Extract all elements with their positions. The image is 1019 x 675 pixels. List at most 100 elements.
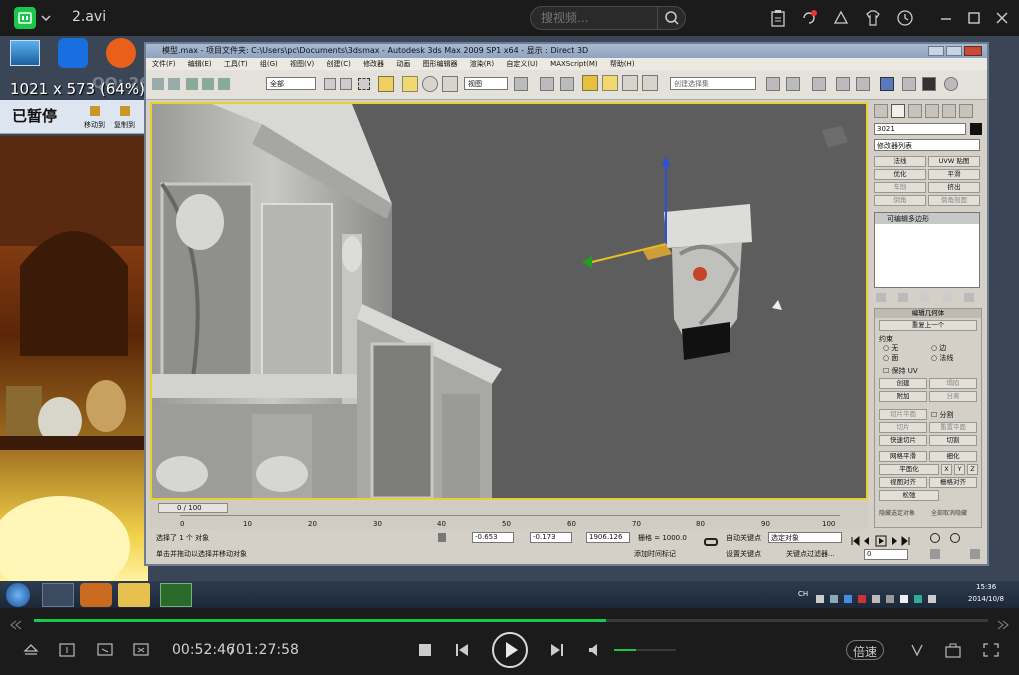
schematic-view-icon[interactable]: [856, 77, 870, 91]
repeat-last-button[interactable]: 重复上一个: [879, 320, 977, 331]
pin-stack-icon[interactable]: [876, 293, 886, 302]
quick-render-icon[interactable]: [944, 77, 958, 91]
reference-coord-dropdown[interactable]: 视图: [464, 77, 508, 90]
menu-file[interactable]: 文件(F): [152, 60, 176, 68]
angle-snap-icon[interactable]: [602, 75, 618, 91]
curve-editor-icon[interactable]: [836, 77, 850, 91]
keyboard-shortcut-icon[interactable]: [560, 77, 574, 91]
fullscreen-icon[interactable]: [982, 642, 1000, 662]
object-color-swatch[interactable]: [970, 123, 982, 135]
menu-views[interactable]: 视图(V): [290, 60, 314, 68]
split-checkbox[interactable]: ☐ 分割: [931, 410, 954, 420]
configure-sets-icon[interactable]: [964, 293, 974, 302]
menu-edit[interactable]: 编辑(E): [188, 60, 212, 68]
minimize-icon[interactable]: [938, 9, 954, 31]
menu-help[interactable]: 帮助(H): [610, 60, 635, 68]
taskbar-folder-icon[interactable]: [118, 583, 150, 607]
preserve-uv-checkbox[interactable]: ☐ 保持 UV: [883, 366, 918, 376]
auto-key-button[interactable]: 自动关键点: [726, 533, 761, 543]
tessellate-button[interactable]: 细化: [929, 451, 977, 462]
remove-modifier-icon[interactable]: [942, 293, 952, 302]
history-clock-icon[interactable]: [896, 9, 914, 31]
mirror-icon[interactable]: [766, 77, 780, 91]
slice-button[interactable]: 切片: [879, 422, 927, 433]
subtitle-icon[interactable]: [58, 642, 76, 662]
menu-customize[interactable]: 自定义(U): [506, 60, 538, 68]
seek-forward-icon[interactable]: [997, 615, 1011, 634]
taskbar-lang[interactable]: CH: [798, 590, 808, 598]
undo-icon[interactable]: [152, 78, 164, 90]
close-icon[interactable]: [994, 9, 1010, 31]
constraint-none[interactable]: ○ 无: [883, 343, 898, 353]
maximize-icon[interactable]: [966, 9, 982, 31]
y-coordinate-field[interactable]: -0.173: [530, 532, 572, 543]
menu-rendering[interactable]: 渲染(R): [470, 60, 494, 68]
planarize-button[interactable]: 平面化: [879, 464, 939, 475]
skin-icon[interactable]: [832, 9, 850, 31]
selected-set-dropdown[interactable]: 选定对象: [768, 532, 842, 543]
named-selection-dropdown[interactable]: 创建选择集: [670, 77, 756, 90]
menu-create[interactable]: 创建(C): [326, 60, 350, 68]
constraint-normal[interactable]: ○ 法线: [931, 353, 953, 363]
window-crossing-icon[interactable]: [378, 76, 394, 92]
stack-item-editable-poly[interactable]: 可编辑多边形: [875, 213, 979, 224]
menu-animation[interactable]: 动画: [396, 60, 410, 68]
max-maximize-icon[interactable]: [946, 46, 962, 56]
bevel-button[interactable]: 倒角: [874, 195, 926, 206]
percent-snap-icon[interactable]: [622, 75, 638, 91]
material-editor-icon[interactable]: [880, 77, 894, 91]
view-align-button[interactable]: 视图对齐: [879, 477, 927, 488]
maximize-viewport-icon[interactable]: [970, 549, 980, 559]
hide-selected-label[interactable]: 隐藏选定对象: [879, 508, 915, 517]
make-unique-icon[interactable]: [920, 293, 930, 302]
modifier-list-dropdown[interactable]: 修改器列表: [874, 139, 980, 151]
msmooth-button[interactable]: 网格平滑: [879, 451, 927, 462]
smooth-button[interactable]: 平滑: [928, 169, 980, 180]
rollout-header[interactable]: 编辑几何体: [875, 309, 981, 318]
taskbar-app-1-icon[interactable]: [42, 583, 74, 607]
search-input[interactable]: [541, 10, 651, 26]
x-coordinate-field[interactable]: -0.653: [472, 532, 514, 543]
add-time-tag[interactable]: 添加时间标记: [634, 549, 676, 559]
pan-icon[interactable]: [930, 549, 940, 559]
render-frame-icon[interactable]: [922, 77, 936, 91]
start-button-icon[interactable]: [6, 583, 30, 607]
menu-tools[interactable]: 工具(T): [224, 60, 248, 68]
stop-icon[interactable]: [417, 642, 433, 662]
constraint-edge[interactable]: ○ 边: [931, 343, 946, 353]
redo-icon[interactable]: [168, 78, 180, 90]
quickslice-button[interactable]: 快速切片: [879, 435, 927, 446]
uvw-map-button[interactable]: UVW 贴图: [928, 156, 980, 167]
collapse-button[interactable]: 塌陷: [929, 378, 977, 389]
next-icon[interactable]: [549, 642, 565, 662]
show-end-result-icon[interactable]: [898, 293, 908, 302]
cut-button[interactable]: 切割: [929, 435, 977, 446]
volume-icon[interactable]: [587, 642, 603, 662]
attach-button[interactable]: 附加: [879, 391, 927, 402]
spinner-snap-icon[interactable]: [642, 75, 658, 91]
frame-field[interactable]: 0: [864, 549, 908, 560]
play-button[interactable]: [492, 632, 528, 668]
modifier-stack[interactable]: 可编辑多边形: [874, 212, 980, 288]
chevron-down-icon[interactable]: [40, 10, 52, 29]
zoom-icon[interactable]: [930, 533, 940, 543]
set-key-button[interactable]: 设置关键点: [726, 549, 761, 559]
speed-button[interactable]: 倍速: [846, 640, 884, 660]
rotate-tool-icon[interactable]: [422, 76, 438, 92]
video-frame[interactable]: QQ: 26137400 1021 x 573 (64%) 已暂停 移动到 复制…: [0, 36, 1019, 608]
scale-tool-icon[interactable]: [442, 76, 458, 92]
key-icon[interactable]: [704, 538, 718, 546]
search-box[interactable]: [530, 6, 686, 30]
utilities-tab-icon[interactable]: [959, 104, 973, 118]
reset-plane-button[interactable]: 重置平面: [929, 422, 977, 433]
progress-track[interactable]: [34, 619, 988, 622]
object-name-field[interactable]: 3021: [874, 123, 966, 135]
menu-graph-editors[interactable]: 图形编辑器: [423, 60, 458, 68]
lathe-button[interactable]: 车削: [874, 182, 926, 193]
layer-manager-icon[interactable]: [812, 77, 826, 91]
refresh-notice-icon[interactable]: [800, 9, 818, 31]
app-logo-icon[interactable]: [14, 7, 36, 29]
region-select-icon[interactable]: [358, 78, 370, 90]
seek-back-icon[interactable]: [8, 615, 22, 634]
taskbar-app-4-icon[interactable]: [160, 583, 192, 607]
